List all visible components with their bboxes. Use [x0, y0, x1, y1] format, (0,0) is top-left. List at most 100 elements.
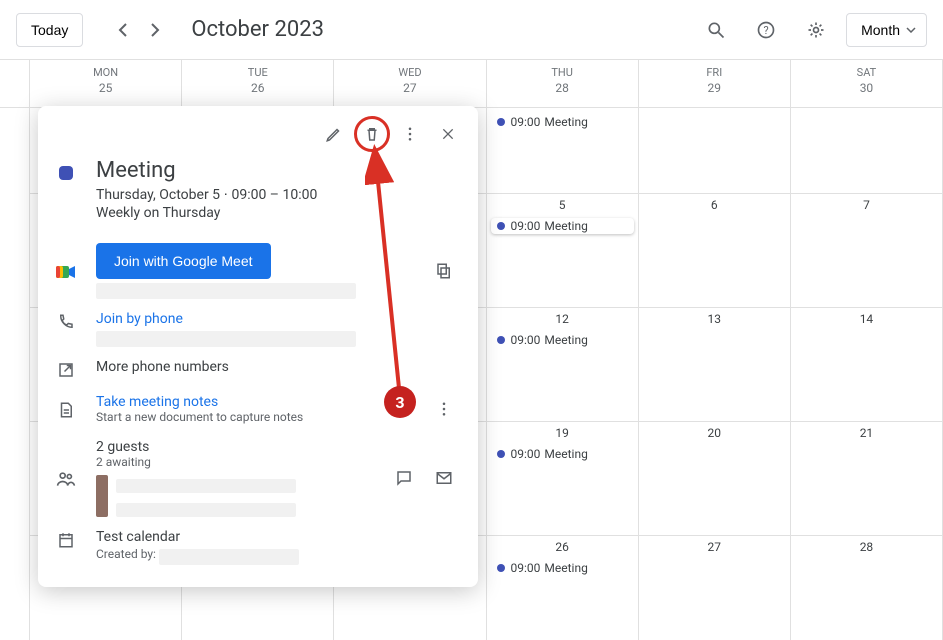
- settings-button[interactable]: [796, 10, 836, 50]
- view-switcher[interactable]: Month: [846, 13, 927, 47]
- more-vert-icon: [435, 400, 453, 418]
- take-meeting-notes-link[interactable]: Take meeting notes: [96, 394, 408, 410]
- calendar-name-text: Test calendar: [96, 529, 462, 545]
- day-cell[interactable]: [639, 108, 791, 194]
- event-title: Meeting: [544, 561, 587, 575]
- take-notes-subtext: Start a new document to capture notes: [96, 410, 408, 424]
- event-time: 09:00: [511, 447, 541, 461]
- day-number: 26: [487, 540, 638, 554]
- day-number: 27: [639, 540, 790, 554]
- event-datetime-text: Thursday, October 5 ⋅ 09:00 – 10:00: [96, 187, 462, 203]
- event-title: Meeting: [544, 333, 587, 347]
- chat-guests-button[interactable]: [386, 460, 422, 496]
- pencil-icon: [325, 125, 343, 143]
- day-cell[interactable]: 27: [639, 536, 791, 640]
- redacted-guest-2: [116, 503, 296, 517]
- day-header: THU28: [487, 60, 639, 107]
- close-icon: [440, 126, 456, 142]
- prev-button[interactable]: [107, 14, 139, 46]
- edit-event-button[interactable]: [316, 116, 352, 152]
- event-color-dot: [497, 222, 505, 230]
- day-cell[interactable]: [791, 108, 943, 194]
- search-icon: [706, 20, 726, 40]
- event-options-button[interactable]: [392, 116, 428, 152]
- delete-event-button[interactable]: [354, 116, 390, 152]
- svg-text:?: ?: [764, 24, 769, 37]
- help-button[interactable]: ?: [746, 10, 786, 50]
- event-title: Meeting: [544, 219, 587, 233]
- day-cell[interactable]: 19 09:00 Meeting: [487, 422, 639, 536]
- guest-avatar-placeholder: [96, 475, 108, 517]
- chevron-left-icon: [118, 23, 128, 37]
- trash-icon: [363, 125, 381, 143]
- caret-down-icon: [906, 27, 916, 33]
- copy-link-button[interactable]: [426, 253, 462, 289]
- day-header: WED27: [334, 60, 486, 107]
- day-cell[interactable]: 12 09:00 Meeting: [487, 308, 639, 422]
- help-icon: ?: [756, 20, 776, 40]
- event-chip[interactable]: 09:00 Meeting: [491, 332, 634, 348]
- chevron-right-icon: [150, 23, 160, 37]
- event-details-popover: Meeting Thursday, October 5 ⋅ 09:00 – 10…: [38, 106, 478, 587]
- guests-awaiting-text: 2 awaiting: [96, 455, 368, 469]
- day-cell[interactable]: 28: [791, 536, 943, 640]
- day-cell[interactable]: 09:00 Meeting: [487, 108, 639, 194]
- more-vert-icon: [401, 125, 419, 143]
- email-guests-button[interactable]: [426, 460, 462, 496]
- day-number: 6: [639, 198, 790, 212]
- event-title-text: Meeting: [96, 158, 462, 183]
- day-cell[interactable]: 14: [791, 308, 943, 422]
- redacted-guest-1: [116, 479, 296, 493]
- redacted-creator: [159, 549, 299, 565]
- guests-count-text: 2 guests: [96, 439, 368, 455]
- envelope-icon: [435, 469, 453, 487]
- event-chip[interactable]: 09:00 Meeting: [491, 114, 634, 130]
- event-chip-selected[interactable]: 09:00 Meeting: [491, 218, 634, 234]
- people-icon: [56, 470, 76, 488]
- day-number: 14: [791, 312, 942, 326]
- more-phone-numbers-link[interactable]: More phone numbers: [96, 359, 462, 375]
- guests-list: [96, 475, 368, 517]
- event-chip[interactable]: 09:00 Meeting: [491, 446, 634, 462]
- event-color-swatch: [59, 166, 73, 180]
- event-recurrence-text: Weekly on Thursday: [96, 205, 462, 221]
- join-by-phone-link[interactable]: Join by phone: [96, 311, 462, 327]
- redacted-meet-link: [96, 283, 356, 299]
- phone-icon: [57, 313, 75, 331]
- day-number: 28: [791, 540, 942, 554]
- calendar-icon: [57, 531, 75, 549]
- day-header: TUE26: [182, 60, 334, 107]
- event-color-dot: [497, 450, 505, 458]
- gear-icon: [806, 20, 826, 40]
- day-cell[interactable]: 21: [791, 422, 943, 536]
- day-number: 13: [639, 312, 790, 326]
- day-cell[interactable]: 13: [639, 308, 791, 422]
- day-cell[interactable]: 26 09:00 Meeting: [487, 536, 639, 640]
- today-button[interactable]: Today: [16, 13, 83, 47]
- annotation-step-badge: 3: [384, 386, 416, 418]
- event-title: Meeting: [544, 447, 587, 461]
- event-title: Meeting: [544, 115, 587, 129]
- day-number: 5: [487, 198, 638, 212]
- day-number: 7: [791, 198, 942, 212]
- day-cell[interactable]: 20: [639, 422, 791, 536]
- chat-icon: [395, 469, 413, 487]
- current-period-label: October 2023: [191, 17, 324, 42]
- copy-icon: [435, 262, 453, 280]
- day-cell[interactable]: 5 09:00 Meeting: [487, 194, 639, 308]
- event-time: 09:00: [511, 219, 541, 233]
- view-switcher-label: Month: [861, 22, 900, 38]
- event-color-dot: [497, 564, 505, 572]
- close-popover-button[interactable]: [430, 116, 466, 152]
- event-chip[interactable]: 09:00 Meeting: [491, 560, 634, 576]
- day-header: FRI29: [639, 60, 791, 107]
- day-cell[interactable]: 7: [791, 194, 943, 308]
- event-color-dot: [497, 118, 505, 126]
- event-time: 09:00: [511, 561, 541, 575]
- day-header: SAT30: [791, 60, 943, 107]
- join-meet-button[interactable]: Join with Google Meet: [96, 243, 271, 279]
- notes-options-button[interactable]: [426, 391, 462, 427]
- day-cell[interactable]: 6: [639, 194, 791, 308]
- search-button[interactable]: [696, 10, 736, 50]
- next-button[interactable]: [139, 14, 171, 46]
